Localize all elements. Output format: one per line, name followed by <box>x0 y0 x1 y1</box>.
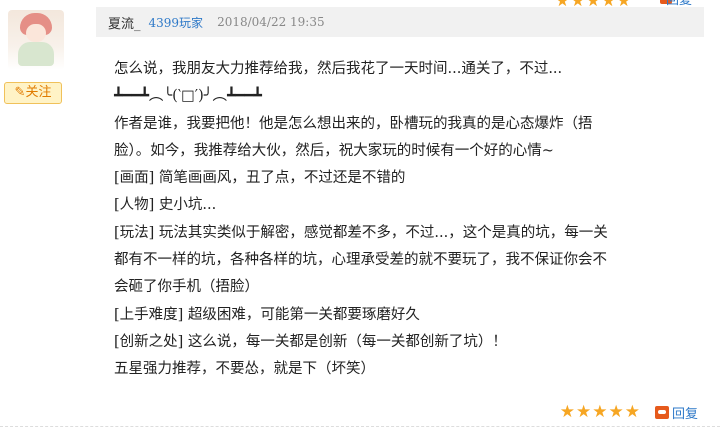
divider <box>0 426 720 427</box>
comment-date: 2018/04/22 19:35 <box>217 15 325 29</box>
avatar[interactable] <box>8 10 64 70</box>
comment-line: [画面] 简笔画画风，丑了点，不过还是不错的 <box>114 170 406 187</box>
reply-button[interactable]: 回复 <box>672 403 698 422</box>
username[interactable]: 夏流_ <box>108 13 141 32</box>
comment-header: 夏流_ 4399玩家 2018/04/22 19:35 <box>96 7 704 37</box>
comment-line: 脸）。如今，我推荐给大伙，然后，祝大家玩的时候有一个好的心情~ <box>114 142 554 159</box>
avatar-body <box>18 42 54 66</box>
comment-line: [玩法] 玩法其实类似于解密，感觉都差不多，不过...，这个是真的坑，每一关 <box>114 224 608 241</box>
comment-line: [上手难度] 超级困难，可能第一关都要琢磨好久 <box>114 306 420 323</box>
user-tag[interactable]: 4399玩家 <box>149 14 204 31</box>
comment-line: 怎么说，我朋友大力推荐给我，然后我花了一天时间...通关了，不过... <box>114 61 563 77</box>
comment-line: [人物] 史小坑... <box>114 197 217 214</box>
avatar-face <box>26 24 46 42</box>
comment-line: 都有不一样的坑，各种各样的坑，心理承受差的就不要玩了，我不保证你会不 <box>114 252 607 269</box>
comment-line: 会砸了你手机（捂脸） <box>114 279 259 296</box>
comment-line: 作者是谁，我要把他！他是怎么想出来的，卧槽玩的我真的是心态爆炸（捂 <box>114 115 593 132</box>
comment-body: 怎么说，我朋友大力推荐给我，然后我花了一天时间...通关了，不过... ┻━━┻… <box>114 56 694 384</box>
comment-line: [创新之处] 这么说，每一关都是创新（每一关都创新了坑）！ <box>114 333 507 350</box>
comment-line: ┻━━┻︵╰(‵□′)╯︵┻━━┻ <box>114 88 262 105</box>
comment-footer: ★★★★★ 回复 <box>560 402 698 422</box>
reply-icon[interactable] <box>654 405 669 419</box>
follow-button[interactable]: ✎关注 <box>4 82 62 104</box>
rating-stars: ★★★★★ <box>559 402 641 422</box>
comment-line: 五星强力推荐，不要怂，就是下（坏笑） <box>114 361 375 378</box>
